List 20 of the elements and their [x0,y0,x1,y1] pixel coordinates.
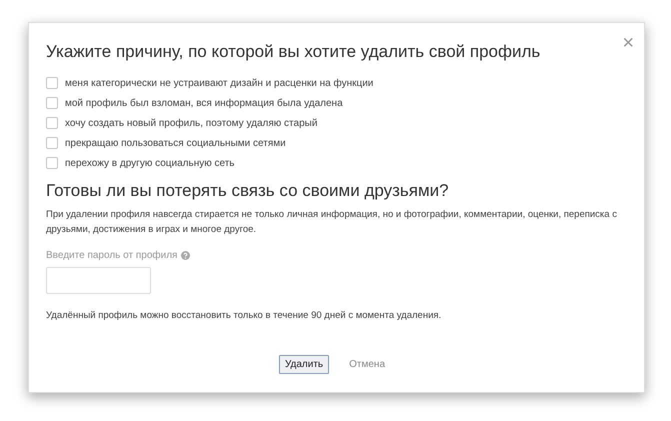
note-text: Удалённый профиль можно восстановить только в течение 90 дней с момента удаления. [46,310,442,321]
delete-button[interactable]: Удалить [278,355,330,374]
warning-text: При удалении профиля навсегда стирается не только личная информация, но и фотографии, комментарии, оценки, переписка с друзьями, достижения в играх и многое другое. [46,208,618,237]
help-icon[interactable] [181,251,190,260]
password-field[interactable] [46,267,151,294]
dialog-title: Укажите причину, по которой вы хотите удалить свой профиль [46,41,540,63]
checkbox-label: меня категорически не устраивают дизайн и расценки на функции [65,78,374,88]
checkbox-label: хочу создать новый профиль, поэтому удаляю старый [65,118,318,128]
checkbox[interactable] [46,77,58,89]
checkbox-label: прекращаю пользоваться социальными сетями [65,138,286,148]
close-button[interactable]: × [622,35,634,51]
field-label: Введите пароль от профиля [46,250,178,261]
cancel-link[interactable]: Отмена [349,359,386,370]
checkbox[interactable] [46,117,58,129]
checkbox[interactable] [46,137,58,149]
checkbox-label: мой профиль был взломан, вся информация была удалена [65,98,343,108]
section-heading: Готовы ли вы потерять связь со своими друзьями? [46,181,450,201]
checkbox[interactable] [46,97,58,109]
checkbox[interactable] [46,157,58,169]
checkbox-label: перехожу в другую социальную сеть [65,158,235,168]
